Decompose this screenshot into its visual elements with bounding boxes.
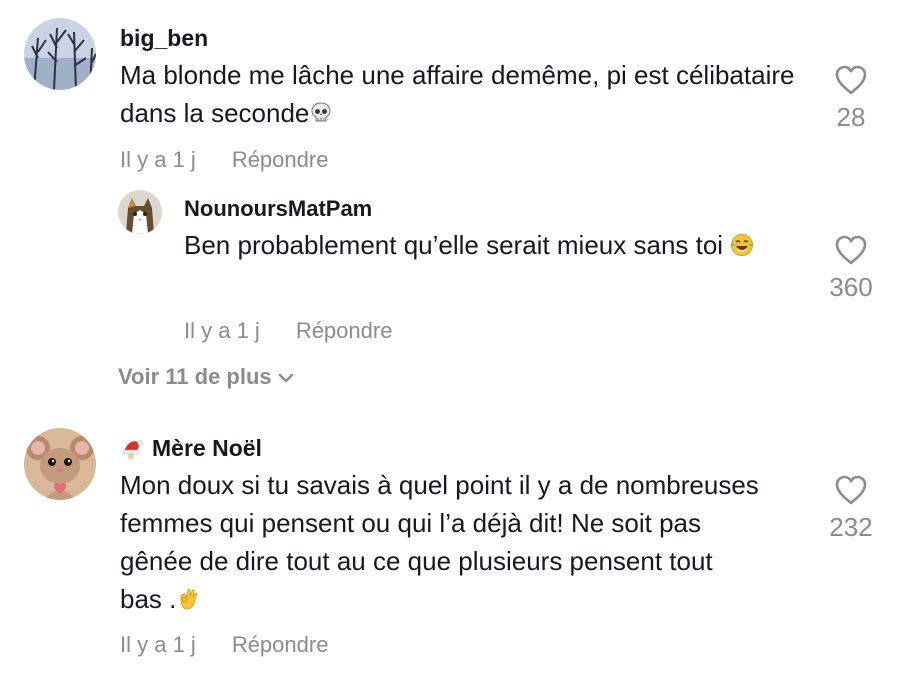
view-more-replies-button[interactable]: Voir 11 de plus — [118, 364, 294, 390]
username[interactable]: NounoursMatPam — [184, 196, 372, 222]
comment-text-body: Mon doux si tu savais à quel point il y … — [120, 470, 759, 614]
username[interactable]: Mère Noël — [120, 435, 262, 462]
like-button[interactable]: 28 — [811, 64, 891, 133]
heart-icon — [835, 235, 867, 265]
view-more-label: Voir 11 de plus — [118, 364, 272, 389]
heart-icon — [835, 65, 867, 95]
comment-meta: Il y a 1 j Répondre — [120, 147, 328, 173]
reply-button[interactable]: Répondre — [296, 318, 393, 343]
avatar[interactable] — [24, 428, 96, 500]
comment-big-ben: big_ben Ma blonde me lâche une affaire d… — [0, 0, 904, 180]
timestamp: Il y a 1 j — [120, 632, 196, 657]
like-button[interactable]: 232 — [811, 474, 891, 543]
comment-mere-noel: Mère Noël Mon doux si tu savais à quel p… — [0, 420, 904, 680]
timestamp: Il y a 1 j — [120, 147, 196, 172]
username[interactable]: big_ben — [120, 25, 208, 52]
santa-hat-icon — [120, 435, 144, 459]
avatar[interactable] — [118, 190, 162, 234]
chevron-down-icon — [278, 373, 293, 383]
reply-button[interactable]: Répondre — [232, 147, 329, 172]
comment-text-body: Ma blonde me lâche une affaire demême, p… — [120, 60, 795, 128]
ok-hand-icon — [176, 583, 200, 610]
comment-meta: Il y a 1 j Répondre — [120, 632, 328, 658]
comment-meta: Il y a 1 j Répondre — [184, 318, 392, 344]
like-count: 232 — [829, 512, 873, 542]
avatar[interactable] — [24, 18, 96, 90]
like-count: 28 — [836, 102, 866, 132]
timestamp: Il y a 1 j — [184, 318, 260, 343]
tears-of-joy-icon — [730, 229, 754, 256]
comment-text: Mon doux si tu savais à quel point il y … — [120, 466, 760, 618]
reply-button[interactable]: Répondre — [232, 632, 329, 657]
username-text: Mère Noël — [152, 435, 262, 461]
comment-text: Ben probablement qu’elle serait mieux sa… — [184, 226, 784, 264]
skull-icon — [309, 97, 333, 122]
comment-text-body: Ben probablement qu’elle serait mieux sa… — [184, 230, 724, 260]
like-count: 360 — [829, 272, 873, 302]
like-button[interactable]: 360 — [811, 234, 891, 303]
comment-text: Ma blonde me lâche une affaire demême, p… — [120, 56, 800, 132]
heart-icon — [835, 475, 867, 505]
comment-nounoursmatpam: NounoursMatPam Ben probablement qu’elle … — [0, 180, 904, 350]
